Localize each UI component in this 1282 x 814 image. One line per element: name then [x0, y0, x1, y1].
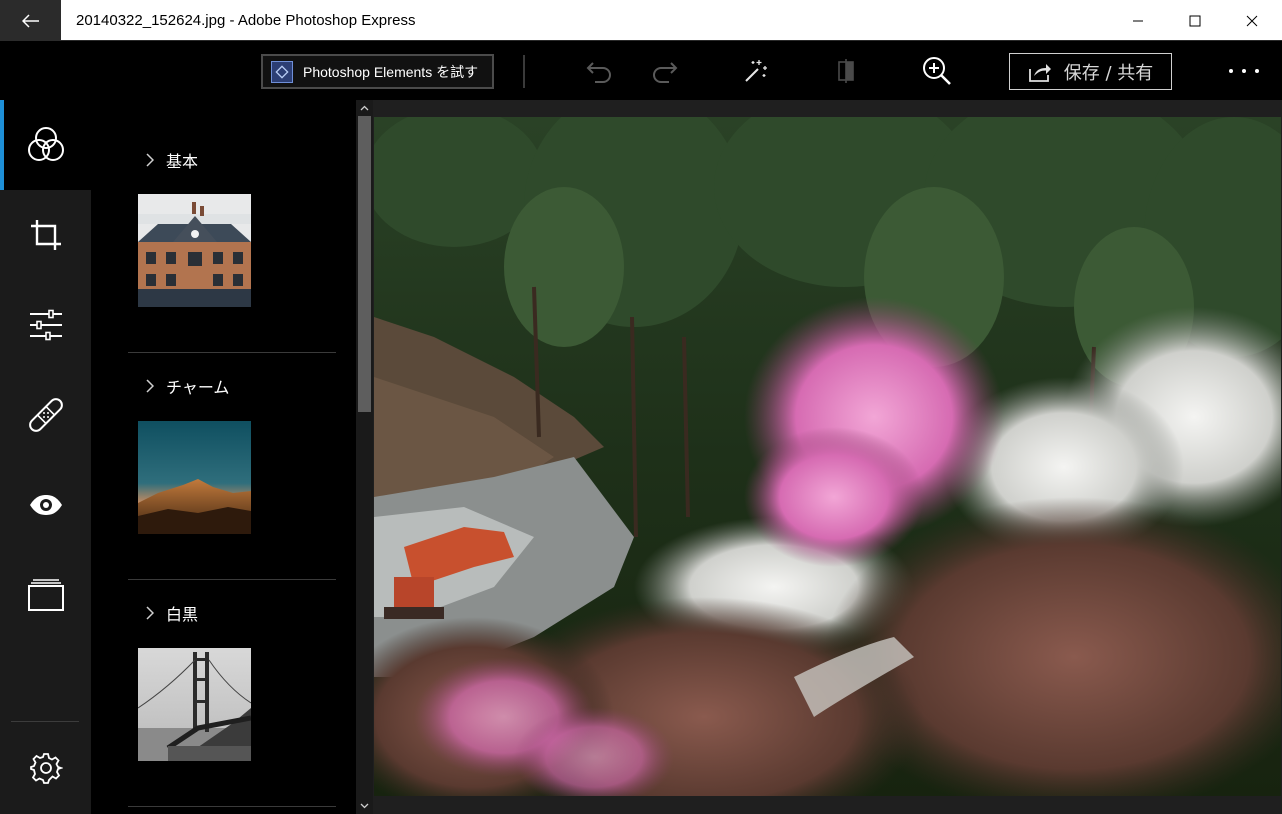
close-icon [1246, 15, 1258, 26]
looks-icon [27, 127, 64, 161]
chevron-right-icon [146, 153, 154, 167]
section-header[interactable]: 白黒 [128, 599, 336, 627]
healing-bandage-icon [28, 398, 63, 432]
chevron-down-icon [360, 803, 369, 809]
zoom-in-button[interactable] [916, 53, 958, 89]
crop-icon [30, 220, 61, 250]
close-button[interactable] [1223, 0, 1281, 41]
looks-section-charm[interactable]: チャーム [128, 372, 336, 400]
rail-item-red-eye[interactable] [0, 460, 91, 550]
panel-scrollbar[interactable] [356, 100, 373, 814]
more-icon [1229, 69, 1259, 73]
auto-fix-button[interactable] [735, 55, 775, 87]
try-photoshop-elements-label: Photoshop Elements を試す [303, 63, 479, 80]
thumbnail-basic[interactable] [138, 194, 251, 307]
section-title: 基本 [166, 152, 199, 171]
photo-canvas [373, 100, 1282, 814]
save-share-button[interactable]: 保存 / 共有 [1009, 53, 1172, 90]
section-divider [128, 352, 336, 353]
looks-panel: 基本 チャーム 白黒 [91, 100, 356, 814]
auto-fix-wand-icon [745, 60, 767, 82]
section-header[interactable]: 基本 [128, 146, 336, 174]
redo-button[interactable] [644, 55, 684, 87]
scroll-up-button[interactable] [356, 100, 373, 116]
borders-icon [27, 579, 64, 611]
settings-button[interactable] [0, 722, 91, 814]
redo-icon [653, 62, 678, 83]
zoom-in-icon [923, 57, 951, 85]
undo-icon [586, 62, 611, 83]
thumbnail-charm[interactable] [138, 421, 251, 534]
maximize-icon [1189, 15, 1201, 26]
chevron-up-icon [360, 105, 369, 111]
toolbar-divider [523, 55, 525, 88]
section-title: チャーム [166, 378, 230, 397]
looks-section-basic[interactable]: 基本 [128, 146, 336, 174]
section-title: 白黒 [166, 605, 199, 624]
try-photoshop-elements-button[interactable]: Photoshop Elements を試す [261, 54, 494, 89]
gear-icon [29, 753, 63, 784]
save-share-label: 保存 / 共有 [1063, 62, 1154, 84]
adjustments-icon [29, 309, 62, 341]
rail-item-crop[interactable] [0, 190, 91, 280]
tool-rail [0, 100, 91, 814]
back-button[interactable] [0, 0, 61, 41]
share-icon [1028, 63, 1051, 82]
looks-section-bw[interactable]: 白黒 [128, 599, 336, 627]
active-tab-indicator [0, 100, 4, 190]
scroll-thumb[interactable] [358, 116, 371, 412]
rail-item-adjustments[interactable] [0, 280, 91, 370]
title-bar: 20140322_152624.jpg - Adobe Photoshop Ex… [0, 0, 1282, 41]
compare-icon [838, 59, 854, 83]
undo-button[interactable] [580, 55, 620, 87]
edited-photo[interactable] [374, 117, 1281, 796]
photoshop-elements-logo-icon [271, 60, 293, 83]
chevron-right-icon [146, 606, 154, 620]
section-divider [128, 579, 336, 580]
thumbnail-bw[interactable] [138, 648, 251, 761]
window-title: 20140322_152624.jpg - Adobe Photoshop Ex… [76, 12, 416, 29]
back-arrow-icon [21, 13, 39, 28]
scroll-down-button[interactable] [356, 798, 373, 814]
rail-item-healing[interactable] [0, 370, 91, 460]
maximize-button[interactable] [1166, 0, 1224, 41]
section-divider [128, 806, 336, 807]
minimize-button[interactable] [1109, 0, 1167, 41]
more-options-button[interactable] [1222, 55, 1266, 87]
chevron-right-icon [146, 379, 154, 393]
red-eye-icon [29, 495, 62, 515]
section-header[interactable]: チャーム [128, 372, 336, 400]
compare-button[interactable] [826, 55, 866, 87]
toolbar: Photoshop Elements を試す 保存 / 共有 [0, 41, 1282, 100]
minimize-icon [1133, 20, 1143, 21]
rail-item-borders[interactable] [0, 550, 91, 640]
rail-item-looks[interactable] [0, 100, 91, 190]
